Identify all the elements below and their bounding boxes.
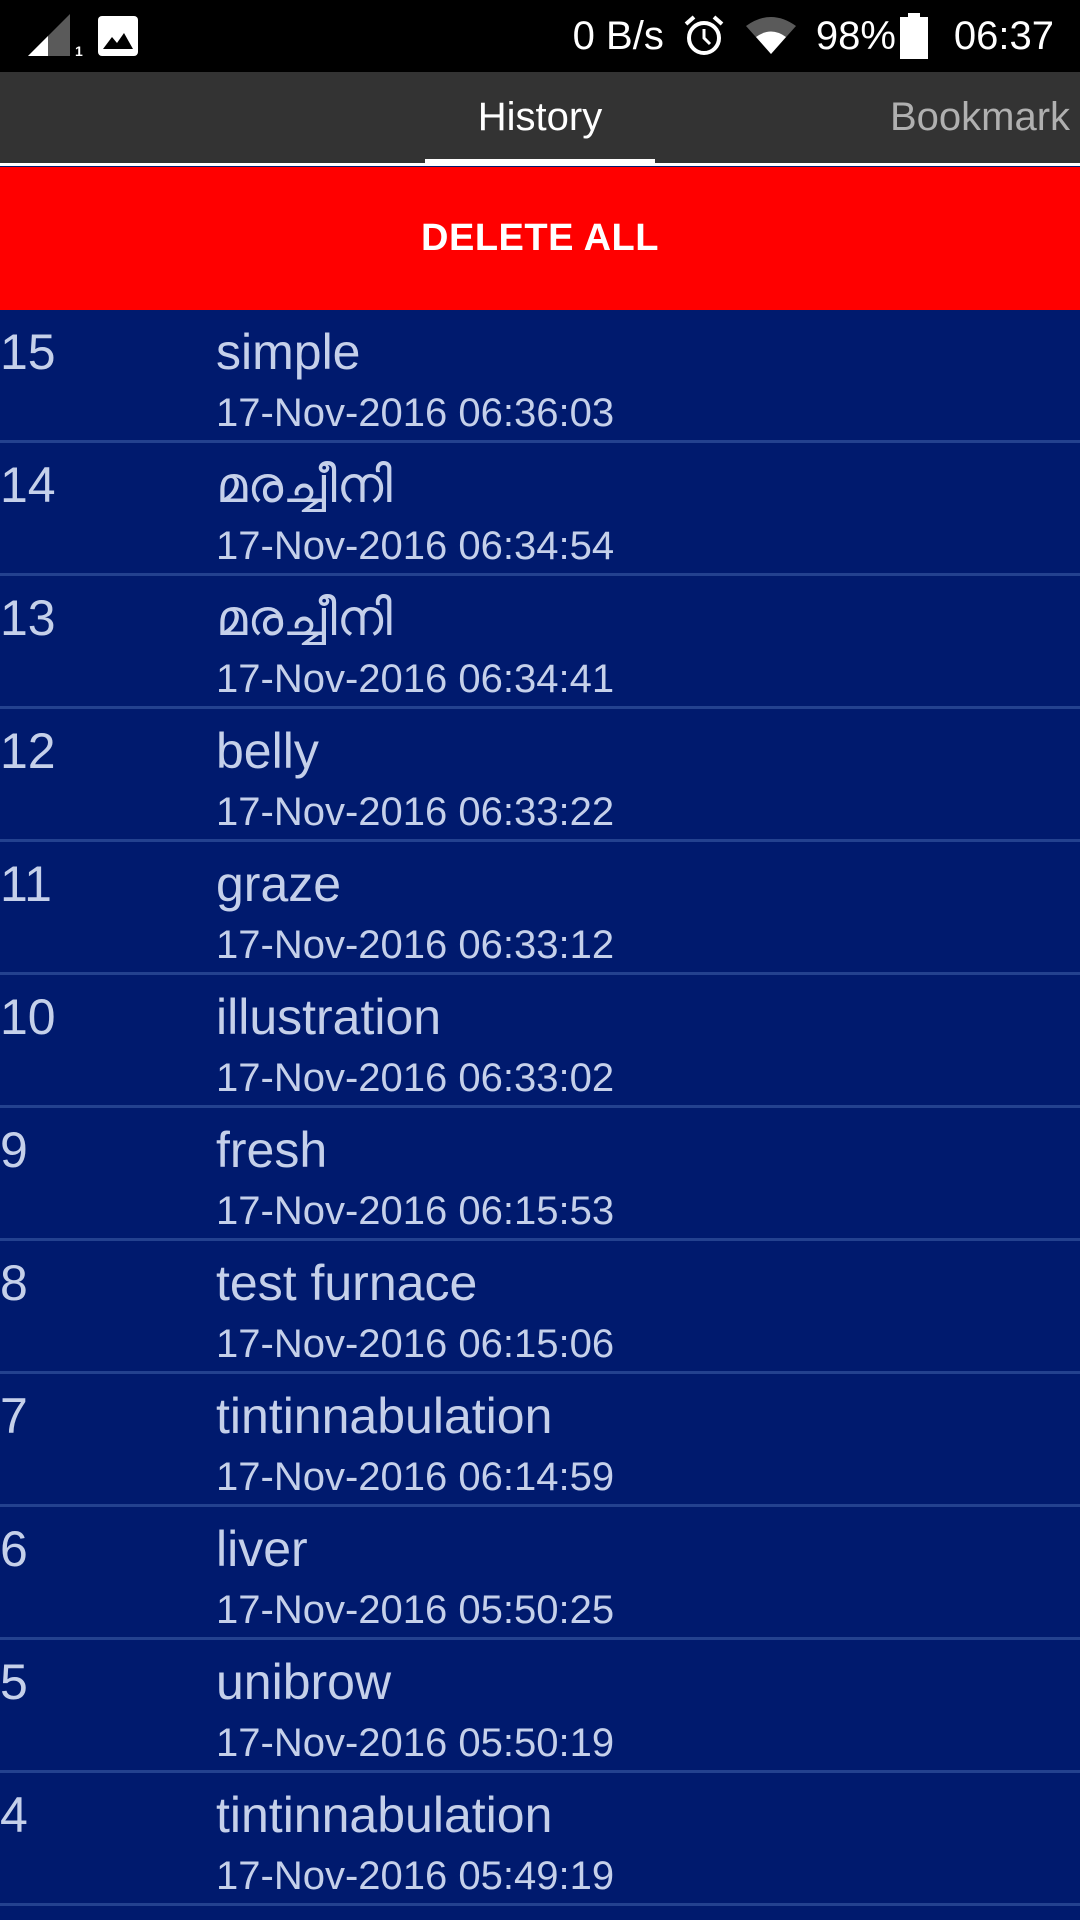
history-row[interactable]: 4 tintinnabulation 17-Nov-2016 05:49:19: [0, 1773, 1080, 1906]
history-timestamp: 17-Nov-2016 06:33:22: [216, 790, 615, 834]
history-index: 6: [0, 1521, 28, 1577]
history-timestamp: 17-Nov-2016 06:33:02: [216, 1056, 615, 1100]
history-timestamp: 17-Nov-2016 06:33:12: [216, 923, 615, 967]
history-timestamp: 17-Nov-2016 05:50:25: [216, 1588, 615, 1632]
history-timestamp: 17-Nov-2016 06:34:41: [216, 657, 615, 701]
history-index: 4: [0, 1787, 28, 1843]
history-index: 9: [0, 1122, 28, 1178]
history-index: 13: [0, 590, 56, 646]
history-index: 14: [0, 457, 56, 513]
history-row[interactable]: 13 മരച്ചീനി 17-Nov-2016 06:34:41: [0, 576, 1080, 709]
history-row[interactable]: 8 test furnace 17-Nov-2016 06:15:06: [0, 1241, 1080, 1374]
signal-icon: 1: [26, 14, 86, 59]
history-row[interactable]: 14 മരച്ചീനി 17-Nov-2016 06:34:54: [0, 443, 1080, 576]
tab-history[interactable]: History: [425, 72, 655, 163]
status-left: 1: [26, 14, 138, 59]
status-bar: 1 0 B/s 98% 06:37: [0, 0, 1080, 72]
history-row[interactable]: 7 tintinnabulation 17-Nov-2016 06:14:59: [0, 1374, 1080, 1507]
history-word: belly: [216, 723, 319, 779]
history-word: tintinnabulation: [216, 1388, 553, 1444]
history-index: 12: [0, 723, 56, 779]
history-timestamp: 17-Nov-2016 06:15:53: [216, 1189, 615, 1233]
history-index: 8: [0, 1255, 28, 1311]
history-timestamp: 17-Nov-2016 06:15:06: [216, 1322, 615, 1366]
history-timestamp: 17-Nov-2016 05:49:19: [216, 1854, 615, 1898]
history-word: simple: [216, 324, 361, 380]
history-word: tintinnabulation: [216, 1787, 553, 1843]
history-timestamp: 17-Nov-2016 06:14:59: [216, 1455, 615, 1499]
battery-percent: 98%: [815, 13, 896, 58]
history-timestamp: 17-Nov-2016 06:36:03: [216, 391, 615, 435]
tab-bar-divider: [0, 163, 1080, 166]
history-index: 5: [0, 1654, 28, 1710]
history-timestamp: 17-Nov-2016 05:50:19: [216, 1721, 615, 1765]
wifi-icon: [744, 16, 798, 56]
delete-all-button[interactable]: DELETE ALL: [0, 167, 1080, 310]
history-timestamp: 17-Nov-2016 06:34:54: [216, 524, 615, 568]
history-word: unibrow: [216, 1654, 392, 1710]
battery-icon: [899, 13, 928, 59]
history-word: liver: [216, 1521, 308, 1577]
image-icon: [98, 16, 138, 56]
tab-bookmark[interactable]: Bookmark: [890, 72, 1080, 163]
status-right: 0 B/s 98% 06:37: [555, 0, 1054, 72]
history-word: test furnace: [216, 1255, 478, 1311]
history-row[interactable]: 11 graze 17-Nov-2016 06:33:12: [0, 842, 1080, 975]
sim-slot-label: 1: [75, 43, 83, 58]
history-word: illustration: [216, 989, 442, 1045]
history-row[interactable]: 10 illustration 17-Nov-2016 06:33:02: [0, 975, 1080, 1108]
tab-bar: History Bookmark: [0, 72, 1080, 163]
history-index: 7: [0, 1388, 28, 1444]
history-row[interactable]: 9 fresh 17-Nov-2016 06:15:53: [0, 1108, 1080, 1241]
history-word: fresh: [216, 1122, 328, 1178]
history-row[interactable]: 5 unibrow 17-Nov-2016 05:50:19: [0, 1640, 1080, 1773]
network-speed: 0 B/s: [572, 13, 664, 58]
history-index: 11: [0, 856, 52, 912]
clock: 06:37: [953, 13, 1054, 58]
history-row[interactable]: 15 simple 17-Nov-2016 06:36:03: [0, 310, 1080, 443]
history-row[interactable]: 12 belly 17-Nov-2016 06:33:22: [0, 709, 1080, 842]
history-row[interactable]: 6 liver 17-Nov-2016 05:50:25: [0, 1507, 1080, 1640]
history-word: മരച്ചീനി: [216, 457, 393, 513]
history-word: മരച്ചീനി: [216, 590, 393, 646]
history-index: 15: [0, 324, 56, 380]
history-word: graze: [216, 856, 342, 912]
history-index: 10: [0, 989, 56, 1045]
alarm-icon: [682, 14, 726, 58]
history-list[interactable]: 15 simple 17-Nov-2016 06:36:03 14 മരച്ചീനി 17…: [0, 310, 1080, 1920]
